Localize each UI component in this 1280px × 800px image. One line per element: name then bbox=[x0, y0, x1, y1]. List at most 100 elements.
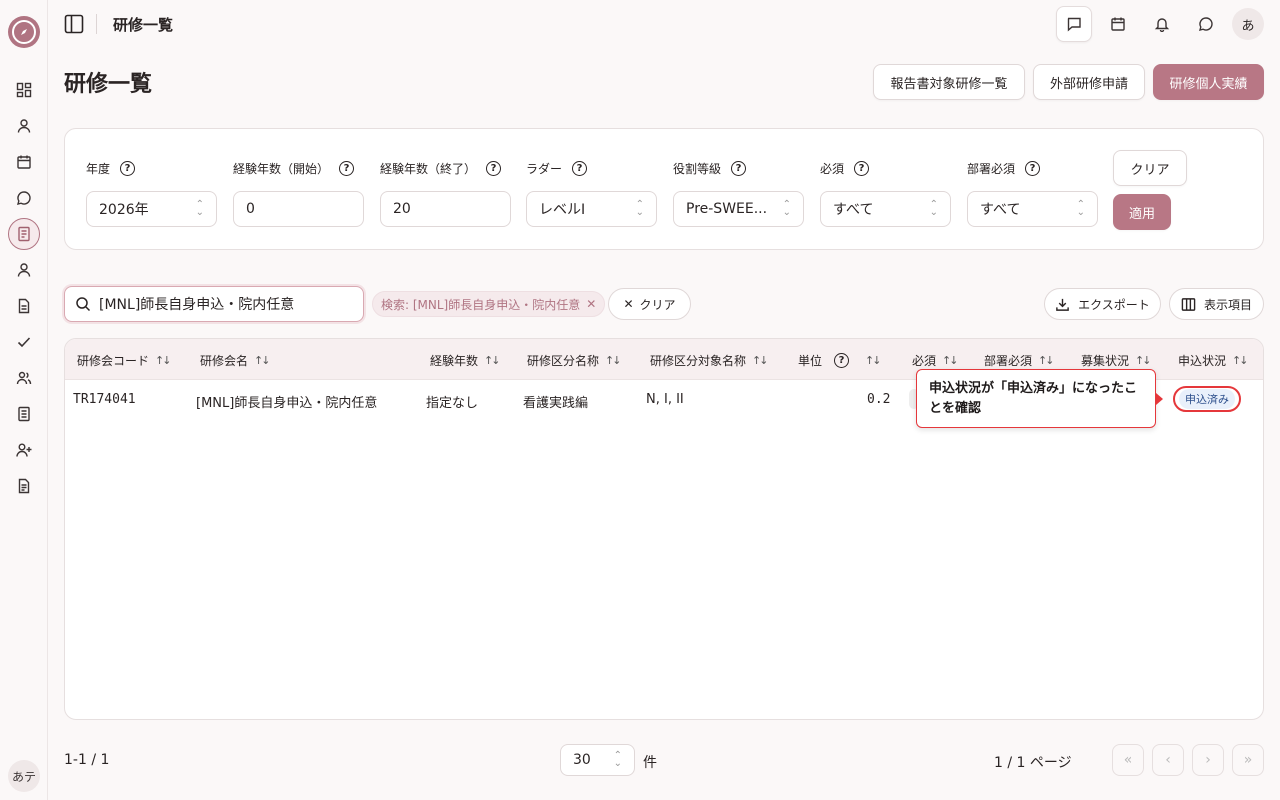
filter-apply-button[interactable]: 適用 bbox=[1113, 194, 1171, 230]
filter-label-exp-start: 経験年数（開始）? bbox=[233, 160, 355, 177]
sort-icon: ↑↓ bbox=[865, 354, 882, 367]
filter-label-exp-end: 経験年数（終了）? bbox=[380, 160, 502, 177]
check-icon[interactable] bbox=[12, 330, 36, 354]
app-logo[interactable] bbox=[8, 16, 40, 48]
column-header-target[interactable]: 研修区分対象名称 ↑↓ bbox=[650, 352, 769, 369]
sort-icon: ↑↓ bbox=[254, 354, 271, 367]
year-select[interactable]: 2026年 ⌃ ⌄ bbox=[86, 191, 217, 227]
sort-icon: ↑↓ bbox=[942, 354, 959, 367]
column-header-required[interactable]: 必須 ↑↓ bbox=[912, 352, 959, 369]
user-icon[interactable] bbox=[12, 114, 36, 138]
prev-page-button[interactable]: ‹ bbox=[1152, 744, 1184, 776]
close-icon[interactable]: ✕ bbox=[586, 297, 596, 311]
dashboard-icon[interactable] bbox=[12, 78, 36, 102]
personal-record-button[interactable]: 研修個人実績 bbox=[1153, 64, 1264, 100]
search-input[interactable]: [MNL]師長自身申込・院内任意 bbox=[64, 286, 364, 322]
next-page-button[interactable]: › bbox=[1192, 744, 1224, 776]
user-plus-icon[interactable] bbox=[12, 438, 36, 462]
exp-start-input[interactable]: 0 bbox=[233, 191, 364, 227]
users-icon[interactable] bbox=[12, 366, 36, 390]
message-icon[interactable] bbox=[1056, 6, 1092, 42]
chat-icon[interactable] bbox=[1188, 6, 1224, 42]
column-header-dept-required[interactable]: 部署必須 ↑↓ bbox=[984, 352, 1055, 369]
filter-clear-button[interactable]: クリア bbox=[1113, 150, 1187, 186]
chevron-left-icon: ‹ bbox=[1165, 752, 1171, 768]
filter-label-role-grade: 役割等級? bbox=[673, 160, 747, 177]
chat-icon[interactable] bbox=[12, 186, 36, 210]
file-icon[interactable] bbox=[12, 294, 36, 318]
search-icon bbox=[76, 297, 91, 312]
column-header-experience[interactable]: 経験年数 ↑↓ bbox=[430, 352, 501, 369]
help-icon[interactable]: ? bbox=[339, 161, 355, 176]
sort-icon: ↑↓ bbox=[1232, 354, 1249, 367]
help-icon[interactable]: ? bbox=[572, 161, 588, 176]
last-page-button[interactable]: » bbox=[1232, 744, 1264, 776]
user-avatar[interactable]: あテ bbox=[8, 760, 40, 792]
external-apply-button[interactable]: 外部研修申請 bbox=[1033, 64, 1145, 100]
result-count: 1-1 / 1 bbox=[64, 752, 110, 768]
sort-icon: ↑↓ bbox=[752, 354, 769, 367]
user-icon[interactable] bbox=[12, 258, 36, 282]
exp-end-input[interactable]: 20 bbox=[380, 191, 511, 227]
column-header-name[interactable]: 研修会名 ↑↓ bbox=[200, 352, 271, 369]
role-grade-select[interactable]: Pre-SWEE... ⌃ ⌄ bbox=[673, 191, 804, 227]
filter-panel: 年度? 経験年数（開始）? 経験年数（終了）? ラダー? 役割等級? 必須? 部… bbox=[64, 128, 1264, 250]
report-list-button[interactable]: 報告書対象研修一覧 bbox=[873, 64, 1025, 100]
cell-code: TR174041 bbox=[73, 392, 136, 407]
help-icon[interactable]: ? bbox=[731, 161, 747, 176]
column-header-recruitment[interactable]: 募集状況 ↑↓ bbox=[1081, 352, 1152, 369]
column-header-application[interactable]: 申込状況 ↑↓ bbox=[1178, 352, 1249, 369]
column-header-unit[interactable]: 単位? ↑↓ bbox=[798, 352, 882, 369]
close-icon: ✕ bbox=[623, 297, 634, 311]
book-icon[interactable] bbox=[12, 402, 36, 426]
export-button[interactable]: エクスポート bbox=[1044, 288, 1161, 320]
help-icon: ? bbox=[834, 353, 850, 368]
page-info: 1 / 1 ページ bbox=[994, 755, 1072, 771]
calendar-icon[interactable] bbox=[1100, 6, 1136, 42]
bell-icon[interactable] bbox=[1144, 6, 1180, 42]
chevrons-left-icon: « bbox=[1123, 752, 1133, 768]
help-icon[interactable]: ? bbox=[120, 161, 136, 176]
required-select[interactable]: すべて ⌃ ⌄ bbox=[820, 191, 951, 227]
sort-icon: ↑↓ bbox=[605, 354, 622, 367]
chevron-updown-icon: ⌃ ⌄ bbox=[195, 199, 204, 218]
sort-icon: ↑↓ bbox=[155, 354, 172, 367]
compass-icon bbox=[12, 20, 36, 44]
file-text-icon[interactable] bbox=[12, 474, 36, 498]
cell-unit: 0.2 bbox=[867, 392, 891, 407]
filter-label-ladder: ラダー? bbox=[526, 160, 588, 177]
cell-target: N, I, II bbox=[646, 392, 684, 407]
sidebar: あテ bbox=[0, 0, 48, 800]
calendar-icon[interactable] bbox=[12, 150, 36, 174]
status-label: 申込済み bbox=[1179, 389, 1235, 409]
avatar[interactable]: あ bbox=[1232, 8, 1264, 40]
help-icon[interactable]: ? bbox=[1025, 161, 1041, 176]
help-icon[interactable]: ? bbox=[854, 161, 870, 176]
per-page-select[interactable]: 30 ⌃ ⌄ bbox=[560, 744, 635, 776]
columns-label: 表示項目 bbox=[1203, 297, 1252, 312]
ladder-select[interactable]: レベルI ⌃ ⌄ bbox=[526, 191, 657, 227]
sort-icon: ↑↓ bbox=[1038, 354, 1055, 367]
search-filter-chip: 検索: [MNL]師長自身申込・院内任意 ✕ bbox=[372, 291, 606, 317]
chevron-updown-icon: ⌃ ⌄ bbox=[613, 750, 622, 769]
help-icon[interactable]: ? bbox=[486, 161, 502, 176]
search-clear-button[interactable]: ✕ クリア bbox=[608, 288, 691, 320]
per-page-value: 30 bbox=[573, 752, 591, 768]
columns-icon bbox=[1181, 297, 1196, 311]
tooltip: 申込状況が「申込済み」になったことを確認 bbox=[916, 369, 1156, 428]
filter-label-year: 年度? bbox=[86, 160, 136, 177]
chevron-updown-icon: ⌃ ⌄ bbox=[635, 199, 644, 218]
filter-label-required: 必須? bbox=[820, 160, 870, 177]
document-icon[interactable] bbox=[8, 218, 40, 250]
columns-button[interactable]: 表示項目 bbox=[1169, 288, 1264, 320]
sidebar-toggle-icon[interactable] bbox=[62, 12, 86, 36]
dept-required-select[interactable]: すべて ⌃ ⌄ bbox=[967, 191, 1098, 227]
header-divider bbox=[96, 14, 97, 34]
cell-experience: 指定なし bbox=[426, 396, 479, 411]
first-page-button[interactable]: « bbox=[1112, 744, 1144, 776]
chevron-updown-icon: ⌃ ⌄ bbox=[929, 199, 938, 218]
tooltip-arrow bbox=[1156, 393, 1163, 405]
column-header-category[interactable]: 研修区分名称 ↑↓ bbox=[527, 352, 622, 369]
chevron-right-icon: › bbox=[1205, 752, 1211, 768]
column-header-code[interactable]: 研修会コード ↑↓ bbox=[77, 352, 172, 369]
